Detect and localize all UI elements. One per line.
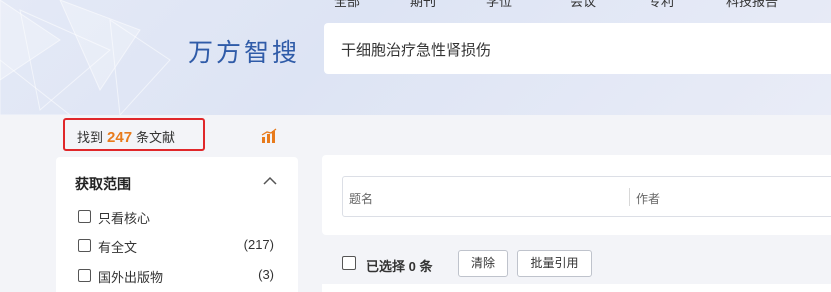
field-divider bbox=[629, 188, 630, 206]
search-query-text[interactable]: 干细胞治疗急性肾损伤 bbox=[341, 39, 491, 60]
result-count-highlight: 找到 247 条文献 bbox=[63, 118, 205, 151]
filter-foreign-count: (3) bbox=[258, 267, 274, 282]
filter-full-text-checkbox[interactable] bbox=[78, 239, 91, 252]
result-count-prefix: 找到 bbox=[77, 130, 104, 145]
nav-tab-all[interactable]: 全部 bbox=[334, 0, 360, 10]
nav-tab-reports[interactable]: 科技报告 bbox=[726, 0, 778, 10]
nav-tab-patents[interactable]: 专利 bbox=[648, 0, 674, 10]
top-navigation: 全部 期刊 学位 会议 专利 科技报告 bbox=[330, 0, 830, 9]
results-list-top bbox=[322, 284, 831, 292]
search-header: 全部 期刊 学位 会议 专利 科技报告 万方智搜 干细胞治疗急性肾损伤 bbox=[0, 0, 831, 115]
result-count-number: 247 bbox=[107, 129, 133, 146]
filter-core-only[interactable]: 只看核心 bbox=[78, 208, 274, 226]
result-toolbar: 已选择 0 条 清除 批量引用 bbox=[342, 250, 822, 277]
filter-panel: 获取范围 只看核心 有全文 (217) 国外出版物 (3) bbox=[56, 157, 298, 292]
site-logo[interactable]: 万方智搜 bbox=[188, 33, 300, 69]
bar-chart-icon[interactable] bbox=[261, 128, 277, 144]
selected-count: 0 bbox=[408, 259, 416, 274]
nav-tab-journals[interactable]: 期刊 bbox=[410, 0, 436, 10]
nav-tab-conferences[interactable]: 会议 bbox=[570, 0, 596, 10]
nav-tab-theses[interactable]: 学位 bbox=[486, 0, 512, 10]
selected-prefix: 已选择 bbox=[366, 259, 406, 274]
author-field-input[interactable]: 作者 bbox=[636, 190, 660, 207]
title-field-input[interactable]: 题名 bbox=[349, 190, 373, 207]
result-count-text: 找到 247 条文献 bbox=[77, 127, 175, 146]
batch-cite-button[interactable]: 批量引用 bbox=[517, 250, 592, 277]
search-input[interactable]: 干细胞治疗急性肾损伤 bbox=[324, 23, 831, 74]
filter-core-only-label: 只看核心 bbox=[98, 211, 151, 226]
selected-count-text: 已选择 0 条 bbox=[366, 256, 433, 275]
clear-button[interactable]: 清除 bbox=[458, 250, 508, 277]
filter-foreign-checkbox[interactable] bbox=[78, 269, 91, 282]
filter-full-text[interactable]: 有全文 (217) bbox=[78, 237, 274, 255]
result-count-suffix: 条文献 bbox=[136, 130, 176, 145]
chevron-up-icon[interactable] bbox=[263, 176, 277, 186]
filter-full-text-label: 有全文 bbox=[98, 240, 138, 255]
filter-core-only-checkbox[interactable] bbox=[78, 210, 91, 223]
select-all-checkbox[interactable] bbox=[342, 256, 356, 270]
advanced-search-panel: 题名 作者 bbox=[322, 155, 831, 235]
filter-foreign-publications[interactable]: 国外出版物 (3) bbox=[78, 267, 274, 285]
selected-unit: 条 bbox=[419, 259, 433, 274]
filter-panel-title: 获取范围 bbox=[75, 176, 131, 192]
field-search-row: 题名 作者 bbox=[342, 176, 831, 217]
filter-foreign-label: 国外出版物 bbox=[98, 270, 164, 285]
filter-full-text-count: (217) bbox=[243, 237, 274, 252]
